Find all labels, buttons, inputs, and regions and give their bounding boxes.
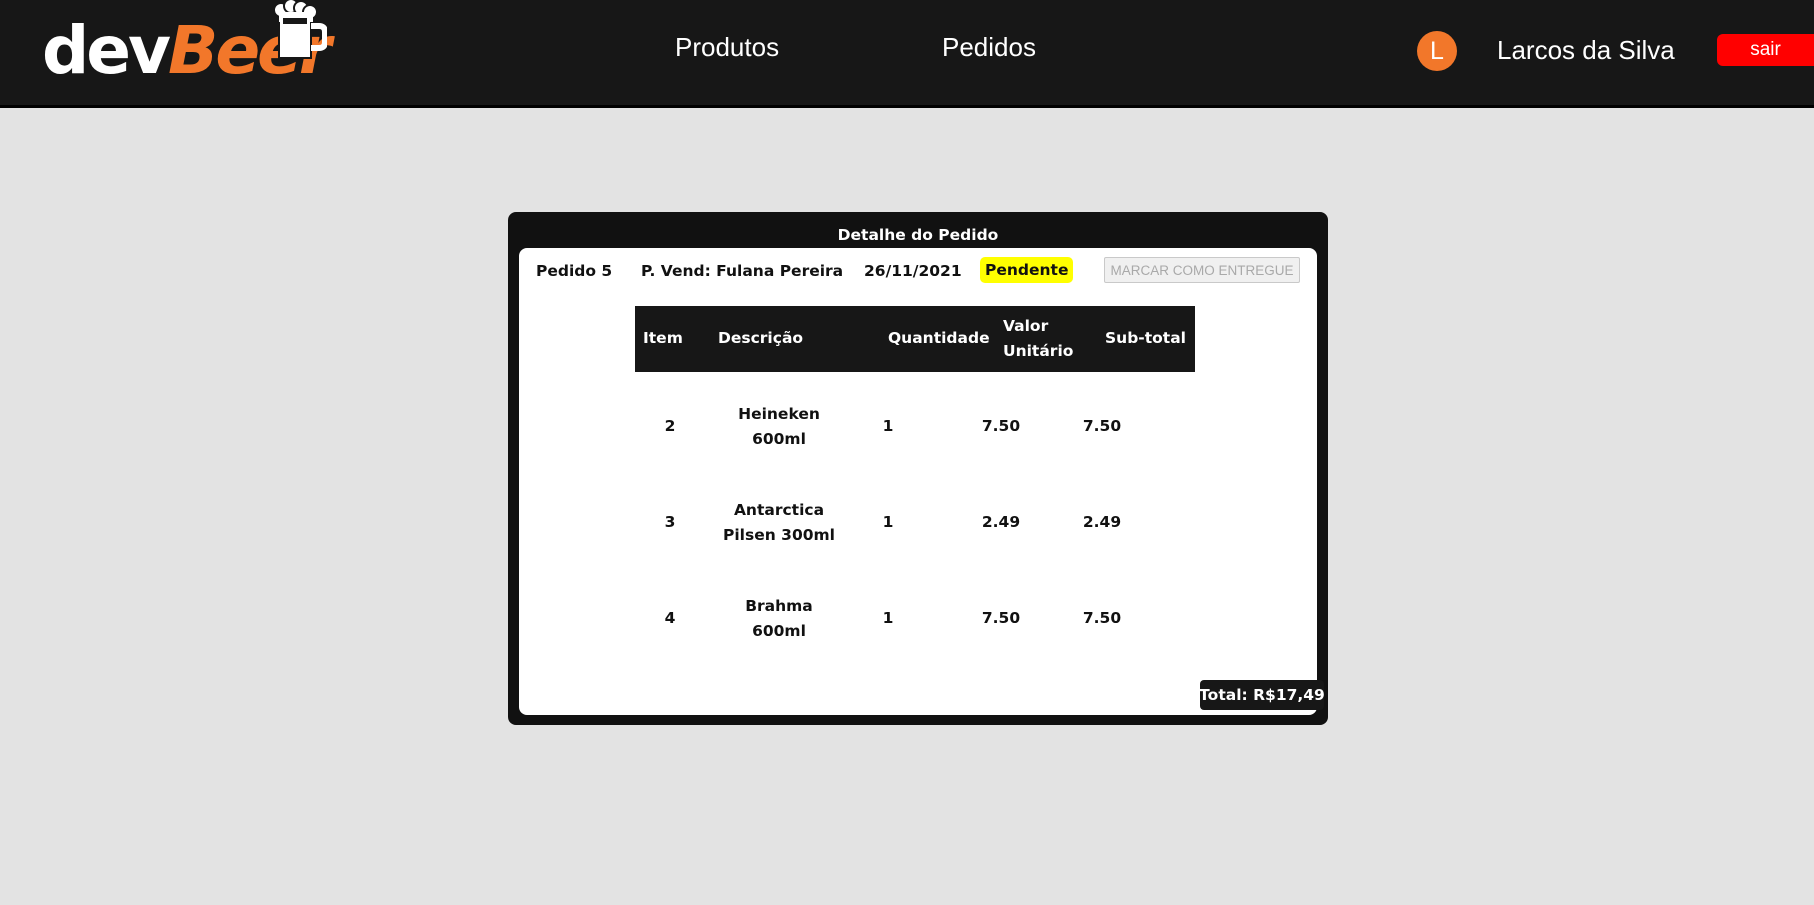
cell-unit: 7.50 bbox=[981, 417, 1021, 435]
cell-unit: 7.50 bbox=[981, 609, 1021, 627]
cell-item: 2 bbox=[664, 417, 676, 435]
cell-unit: 2.49 bbox=[981, 513, 1021, 531]
user-avatar: L bbox=[1417, 31, 1457, 71]
logout-button[interactable]: sair bbox=[1717, 34, 1814, 66]
items-table-header: Item Descrição Quantidade Valor Unitário… bbox=[635, 306, 1195, 372]
mark-delivered-button[interactable]: MARCAR COMO ENTREGUE bbox=[1104, 257, 1300, 283]
cell-desc-line2: 600ml bbox=[752, 430, 806, 448]
nav-produtos[interactable]: Produtos bbox=[675, 32, 779, 63]
cell-desc-line2: Pilsen 300ml bbox=[723, 526, 835, 544]
cell-desc-line1: Antarctica bbox=[733, 501, 825, 519]
col-valor: Valor bbox=[1003, 317, 1049, 335]
top-navbar: dev Beer Produtos Pedidos L Larcos da Sil… bbox=[0, 0, 1814, 108]
order-detail-body: Pedido 5 P. Vend: Fulana Pereira 26/11/2… bbox=[519, 248, 1325, 715]
order-number: Pedido 5 bbox=[536, 262, 613, 280]
beer-mug-icon bbox=[273, 0, 327, 59]
col-item: Item bbox=[643, 329, 683, 347]
order-detail-panel: Detalhe do Pedido Pedido 5 P. Vend: Fula… bbox=[508, 212, 1328, 725]
cell-qty: 1 bbox=[882, 513, 894, 531]
col-unitario: Unitário bbox=[1003, 342, 1074, 360]
cell-subtotal: 7.50 bbox=[1082, 417, 1122, 435]
order-total: Total: R$17,49 bbox=[1199, 680, 1325, 710]
cell-desc-line1: Brahma bbox=[745, 597, 813, 615]
seller-name: P. Vend: Fulana Pereira bbox=[641, 262, 844, 280]
cell-desc-line2: 600ml bbox=[752, 622, 806, 640]
col-quantidade: Quantidade bbox=[888, 329, 990, 347]
cell-qty: 1 bbox=[882, 417, 894, 435]
col-descricao: Descrição bbox=[718, 329, 804, 347]
order-date: 26/11/2021 bbox=[864, 262, 962, 280]
cell-subtotal: 2.49 bbox=[1082, 513, 1122, 531]
cell-desc-line1: Heineken bbox=[738, 405, 820, 423]
cell-qty: 1 bbox=[882, 609, 894, 627]
nav-pedidos[interactable]: Pedidos bbox=[942, 32, 1036, 63]
logo-dev-text: dev bbox=[42, 12, 171, 89]
col-subtotal: Sub-total bbox=[1105, 329, 1186, 347]
status-badge: Pendente bbox=[980, 257, 1074, 283]
cell-item: 3 bbox=[664, 513, 676, 531]
user-name: Larcos da Silva bbox=[1497, 35, 1675, 65]
cell-subtotal: 7.50 bbox=[1082, 609, 1122, 627]
cell-item: 4 bbox=[664, 609, 676, 627]
panel-title: Detalhe do Pedido bbox=[837, 226, 999, 244]
